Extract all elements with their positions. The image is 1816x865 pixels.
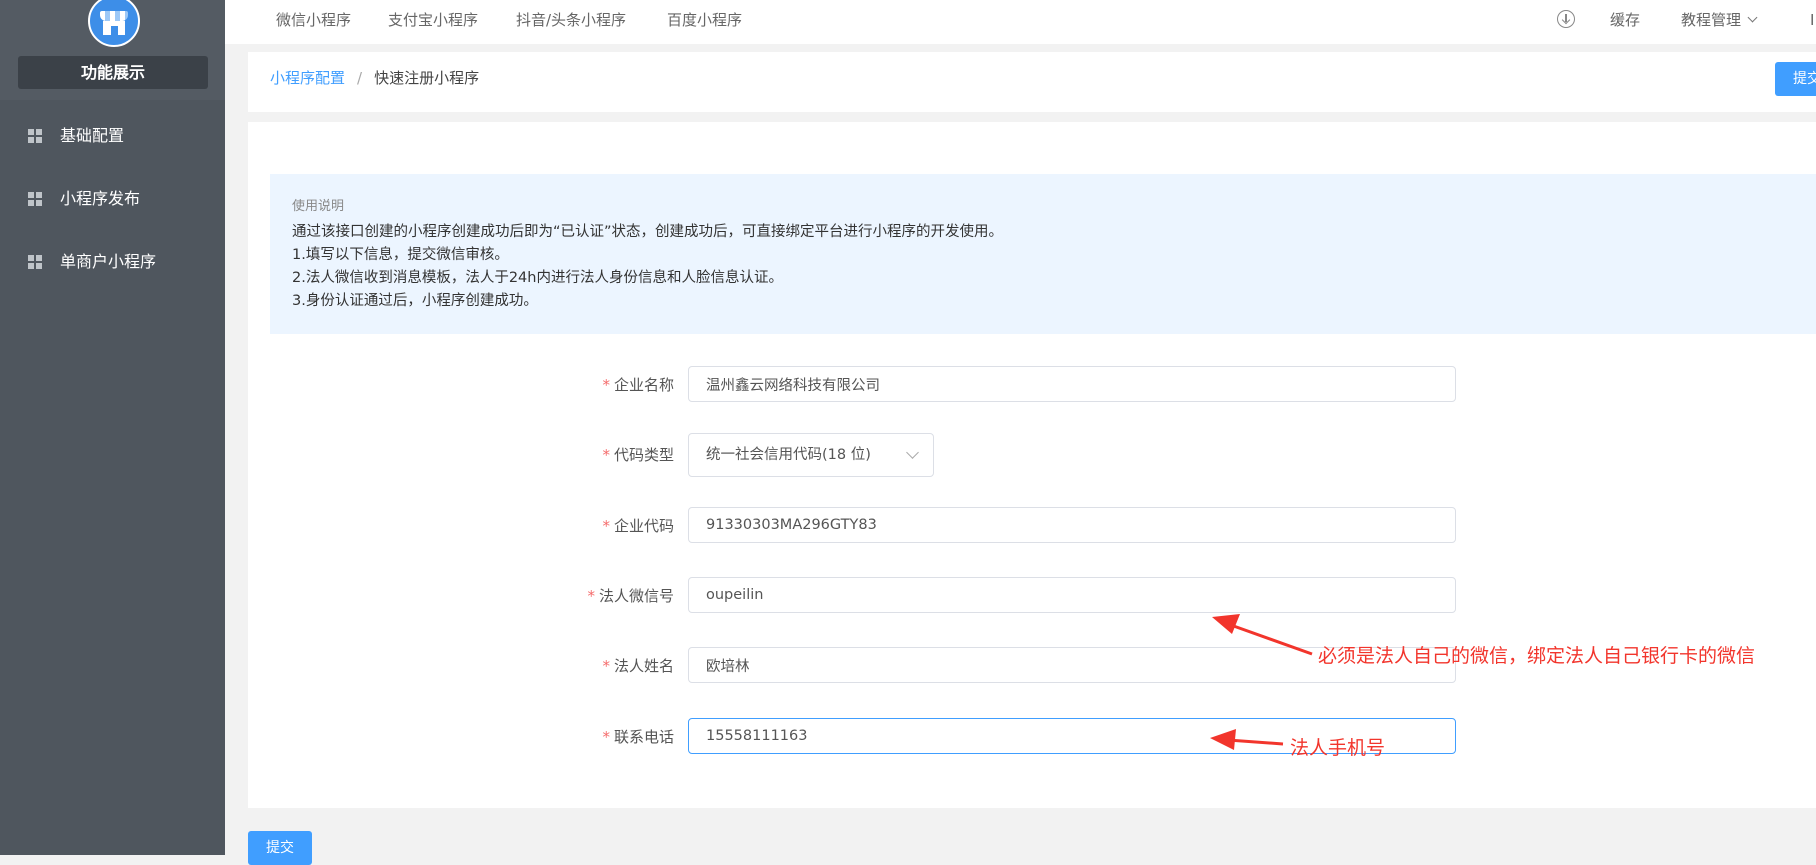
phone-annotation: 法人手机号 — [1290, 737, 1386, 759]
wechat-annotation: 必须是法人自己的微信，绑定法人自己银行卡的微信 — [1318, 645, 1756, 667]
annotation-arrows — [1210, 614, 1313, 750]
arrow-to-phone-field — [1210, 729, 1284, 750]
arrow-to-wechat-field — [1212, 614, 1313, 656]
